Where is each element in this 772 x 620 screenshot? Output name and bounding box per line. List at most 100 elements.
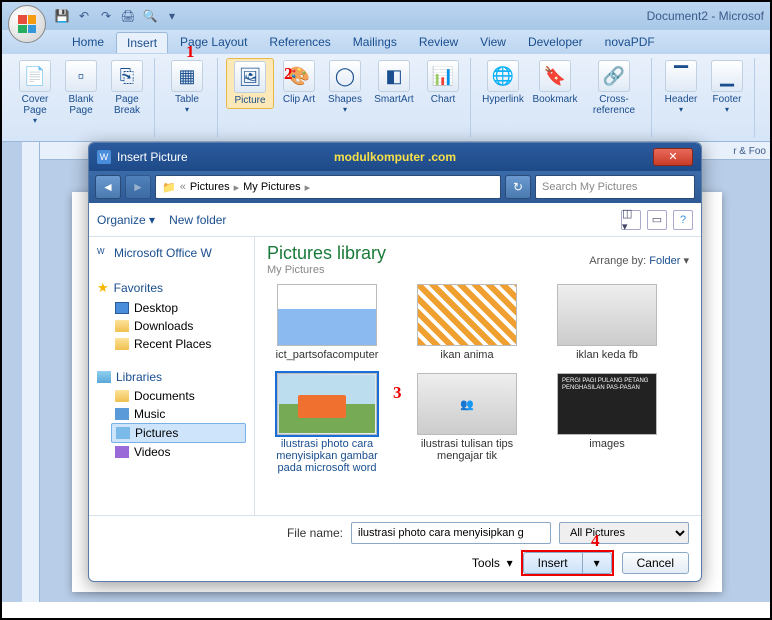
shapes-button[interactable]: ◯Shapes bbox=[324, 58, 366, 116]
dialog-main: Pictures library My Pictures Arrange by:… bbox=[255, 237, 701, 515]
table-icon: ▦ bbox=[171, 60, 203, 92]
file-thumb[interactable]: 👥ilustrasi tulisan tips mengajar tik bbox=[407, 373, 527, 474]
videos-icon bbox=[115, 446, 129, 458]
tab-review[interactable]: Review bbox=[409, 32, 468, 52]
folder-icon: 📁 bbox=[162, 181, 176, 194]
sidebar-ms-office[interactable]: WMicrosoft Office W bbox=[97, 243, 246, 263]
forward-button[interactable]: ► bbox=[125, 175, 151, 199]
bookmark-button[interactable]: 🔖Bookmark bbox=[531, 58, 579, 107]
file-filter-select[interactable]: All Pictures bbox=[559, 522, 689, 544]
sidebar-libraries[interactable]: Libraries bbox=[97, 367, 246, 387]
ribbon-group-links: 🌐Hyperlink 🔖Bookmark 🔗Cross-reference bbox=[473, 58, 652, 137]
ribbon-group-illustrations: 🖼Picture 🎨Clip Art ◯Shapes ◧SmartArt 📊Ch… bbox=[220, 58, 471, 137]
hyperlink-button[interactable]: 🌐Hyperlink bbox=[479, 58, 527, 107]
sidebar-item-pictures[interactable]: Pictures bbox=[111, 423, 246, 443]
file-thumb[interactable]: iklan keda fb bbox=[547, 284, 667, 361]
close-button[interactable]: ✕ bbox=[653, 148, 693, 166]
titlebar: 💾 ↶ ↷ 🖨 🔍 ▾ Document2 - Microsof bbox=[2, 2, 770, 30]
clipart-button[interactable]: 🎨Clip Art bbox=[278, 58, 320, 107]
back-button[interactable]: ◄ bbox=[95, 175, 121, 199]
sidebar-item-music[interactable]: Music bbox=[97, 405, 246, 423]
insert-button[interactable]: Insert bbox=[523, 552, 582, 574]
organize-button[interactable]: Organize ▾ bbox=[97, 213, 155, 227]
dialog-titlebar[interactable]: W Insert Picture modulkomputer .com ✕ bbox=[89, 143, 701, 171]
file-thumb[interactable]: ict_partsofacomputer bbox=[267, 284, 387, 361]
blank-page-icon: ▫ bbox=[65, 60, 97, 92]
preview-icon[interactable]: 🔍 bbox=[142, 8, 158, 24]
undo-icon[interactable]: ↶ bbox=[76, 8, 92, 24]
page-break-button[interactable]: ⎘Page Break bbox=[106, 58, 148, 118]
insert-split-button[interactable]: ▾ bbox=[582, 552, 612, 574]
table-button[interactable]: ▦Table bbox=[163, 58, 211, 116]
header-button[interactable]: ▔Header bbox=[660, 58, 702, 116]
blank-page-button[interactable]: ▫Blank Page bbox=[60, 58, 102, 118]
smartart-button[interactable]: ◧SmartArt bbox=[370, 58, 418, 107]
qat-more-icon[interactable]: ▾ bbox=[164, 8, 180, 24]
arrange-by[interactable]: Arrange by: Folder ▾ bbox=[589, 254, 689, 267]
file-thumb[interactable]: PERGI PAGI PULANG PETANG PENGHASILAN PAS… bbox=[547, 373, 667, 474]
tab-developer[interactable]: Developer bbox=[518, 32, 593, 52]
star-icon: ★ bbox=[97, 280, 109, 296]
page-break-icon: ⎘ bbox=[111, 60, 143, 92]
new-folder-button[interactable]: New folder bbox=[169, 213, 226, 227]
filename-label: File name: bbox=[287, 526, 343, 540]
chart-button[interactable]: 📊Chart bbox=[422, 58, 464, 107]
quick-access-toolbar: 💾 ↶ ↷ 🖨 🔍 ▾ bbox=[54, 8, 180, 24]
header-icon: ▔ bbox=[665, 60, 697, 92]
insert-picture-dialog: W Insert Picture modulkomputer .com ✕ ◄ … bbox=[88, 142, 702, 582]
cancel-button[interactable]: Cancel bbox=[622, 552, 689, 574]
bookmark-icon: 🔖 bbox=[539, 60, 571, 92]
cover-page-icon: 📄 bbox=[19, 60, 51, 92]
file-thumb[interactable]: ikan anima bbox=[407, 284, 527, 361]
dialog-nav: ◄ ► 📁 « Pictures ▸ My Pictures ▸ ↻ Searc… bbox=[89, 171, 701, 203]
tab-view[interactable]: View bbox=[470, 32, 516, 52]
sidebar-item-downloads[interactable]: Downloads bbox=[97, 317, 246, 335]
sidebar-favorites[interactable]: ★Favorites bbox=[97, 277, 246, 299]
desktop-icon bbox=[115, 302, 129, 314]
thumbnail-grid: ict_partsofacomputer ikan anima iklan ke… bbox=[267, 284, 689, 474]
smartart-icon: ◧ bbox=[378, 60, 410, 92]
clipart-icon: 🎨 bbox=[283, 60, 315, 92]
tools-button[interactable]: Tools ▾ bbox=[472, 556, 513, 570]
picture-button[interactable]: 🖼Picture bbox=[226, 58, 274, 109]
tab-novapdf[interactable]: novaPDF bbox=[595, 32, 665, 52]
file-thumb-selected[interactable]: ilustrasi photo cara menyisipkan gambar … bbox=[267, 373, 387, 474]
print-icon[interactable]: 🖨 bbox=[120, 8, 136, 24]
sidebar-item-videos[interactable]: Videos bbox=[97, 443, 246, 461]
redo-icon[interactable]: ↷ bbox=[98, 8, 114, 24]
dialog-sidebar: WMicrosoft Office W ★Favorites Desktop D… bbox=[89, 237, 255, 515]
breadcrumb-item[interactable]: Pictures bbox=[190, 181, 230, 193]
dialog-footer: File name: All Pictures Tools ▾ Insert▾ … bbox=[89, 515, 701, 581]
search-input[interactable]: Search My Pictures bbox=[535, 175, 695, 199]
preview-pane-button[interactable]: ▭ bbox=[647, 210, 667, 230]
window-title: Document2 - Microsof bbox=[647, 9, 764, 23]
help-button[interactable]: ? bbox=[673, 210, 693, 230]
ribbon-tabs: Home Insert Page Layout References Maili… bbox=[2, 30, 770, 54]
picture-icon: 🖼 bbox=[234, 61, 266, 93]
vertical-ruler bbox=[22, 142, 40, 602]
footer-button[interactable]: ▁Footer bbox=[706, 58, 748, 116]
save-icon[interactable]: 💾 bbox=[54, 8, 70, 24]
breadcrumb-item[interactable]: My Pictures bbox=[243, 181, 300, 193]
dialog-title: Insert Picture bbox=[117, 150, 188, 164]
refresh-button[interactable]: ↻ bbox=[505, 175, 531, 199]
tab-references[interactable]: References bbox=[259, 32, 340, 52]
music-icon bbox=[115, 408, 129, 420]
tab-mailings[interactable]: Mailings bbox=[343, 32, 407, 52]
office-button[interactable] bbox=[8, 5, 46, 43]
shapes-icon: ◯ bbox=[329, 60, 361, 92]
documents-icon bbox=[115, 390, 129, 402]
crossref-button[interactable]: 🔗Cross-reference bbox=[583, 58, 645, 118]
view-mode-button[interactable]: ◫ ▾ bbox=[621, 210, 641, 230]
sidebar-item-desktop[interactable]: Desktop bbox=[97, 299, 246, 317]
filename-input[interactable] bbox=[351, 522, 551, 544]
breadcrumb[interactable]: 📁 « Pictures ▸ My Pictures ▸ bbox=[155, 175, 501, 199]
footer-icon: ▁ bbox=[711, 60, 743, 92]
sidebar-item-recent[interactable]: Recent Places bbox=[97, 335, 246, 353]
cover-page-button[interactable]: 📄Cover Page bbox=[14, 58, 56, 127]
tab-page-layout[interactable]: Page Layout bbox=[170, 32, 257, 52]
sidebar-item-documents[interactable]: Documents bbox=[97, 387, 246, 405]
tab-home[interactable]: Home bbox=[62, 32, 114, 52]
tab-insert[interactable]: Insert bbox=[116, 32, 168, 53]
ribbon-group-tables: ▦Table bbox=[157, 58, 218, 137]
